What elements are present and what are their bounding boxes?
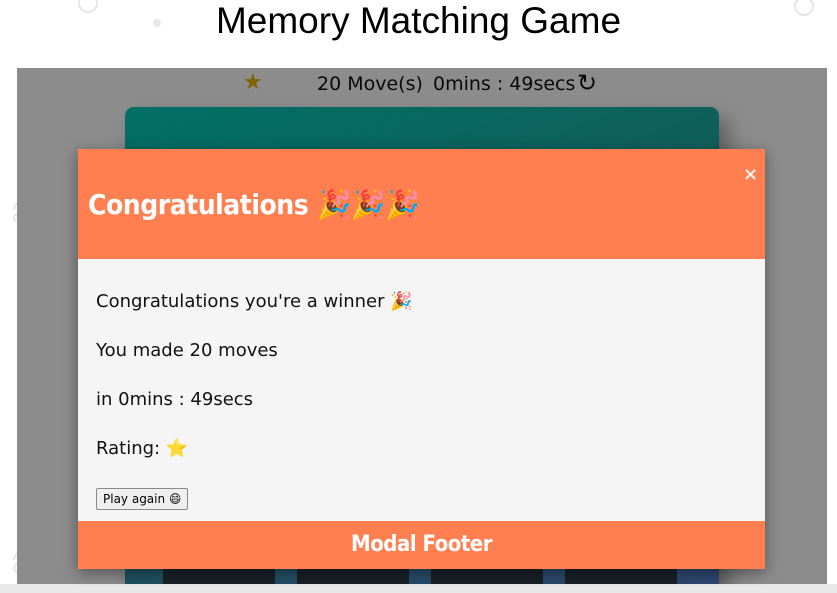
- rating-label: Rating:: [96, 438, 161, 459]
- modal-body: Congratulations you're a winner 🎉 You ma…: [96, 259, 746, 521]
- time-summary: in 0mins : 49secs: [96, 389, 254, 410]
- modal-footer: Modal Footer: [78, 521, 765, 569]
- modal-title-text: Congratulations: [88, 188, 309, 221]
- window-bottom-edge: [0, 584, 837, 593]
- page-title: Memory Matching Game: [215, 0, 622, 41]
- modal-header: Congratulations 🎉🎉🎉 ×: [78, 149, 765, 259]
- rating-summary: Rating: ⭐: [96, 437, 188, 461]
- party-popper-icon: 🎉🎉🎉: [316, 188, 420, 221]
- close-button[interactable]: ×: [743, 165, 758, 185]
- play-again-button[interactable]: Play again 😄: [96, 488, 189, 510]
- modal-footer-text: Modal Footer: [351, 532, 492, 557]
- modal-title: Congratulations 🎉🎉🎉: [88, 185, 420, 225]
- congratulations-modal: Congratulations 🎉🎉🎉 × Congratulations yo…: [78, 149, 765, 569]
- moves-summary: You made 20 moves: [96, 340, 278, 361]
- rating-star-icon: ⭐: [165, 438, 189, 459]
- winner-message: Congratulations you're a winner 🎉: [96, 291, 413, 312]
